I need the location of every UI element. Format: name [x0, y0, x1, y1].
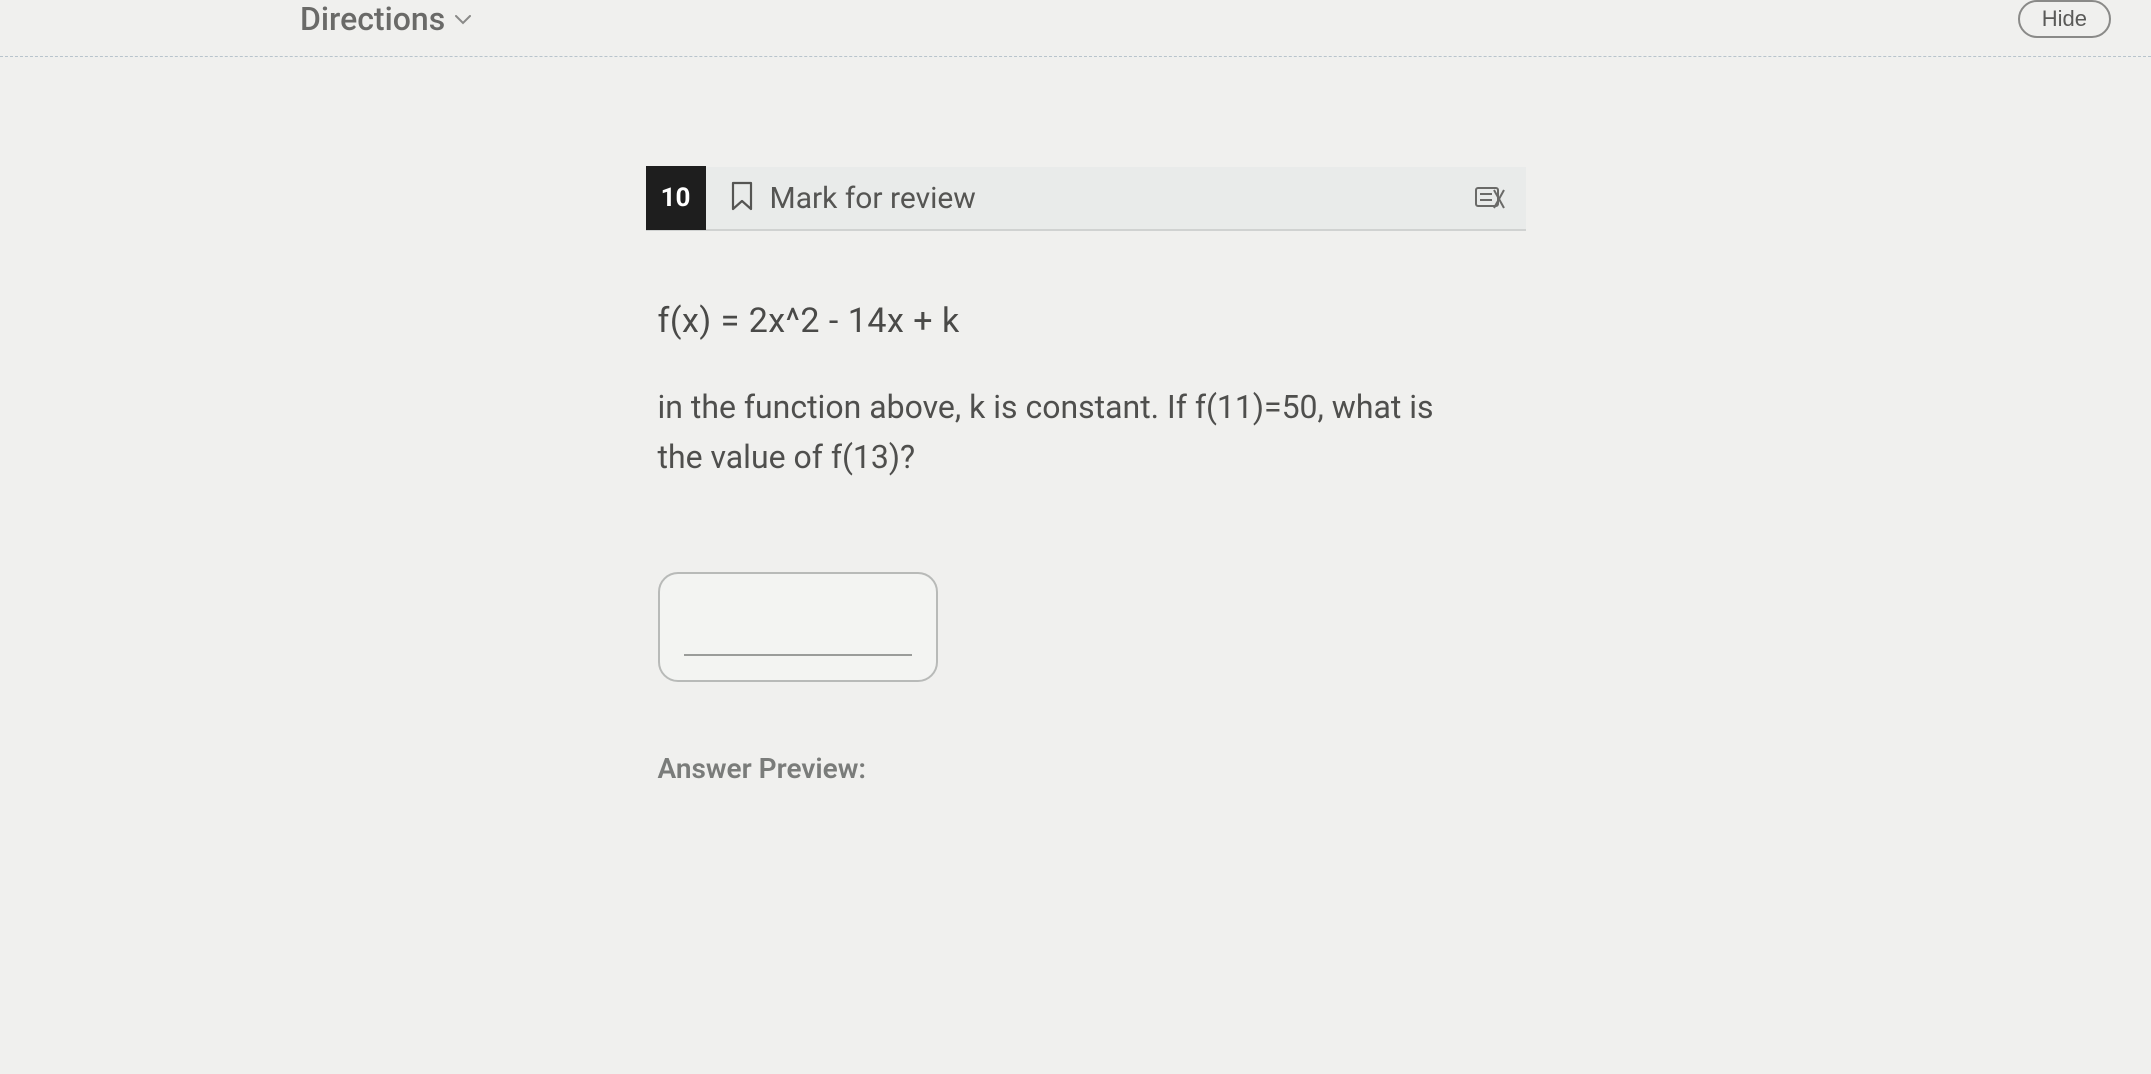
- question-panel: 10 Mark for review f(x) = 2x^2 - 14x + k…: [626, 167, 1526, 785]
- strike-icon: [1474, 184, 1506, 212]
- question-number: 10: [646, 166, 706, 230]
- chevron-down-icon: [455, 9, 471, 30]
- mark-for-review-label: Mark for review: [770, 181, 976, 216]
- answer-underline: [684, 654, 912, 656]
- answer-input[interactable]: [658, 572, 938, 682]
- directions-label: Directions: [300, 0, 445, 38]
- answer-preview-label: Answer Preview:: [658, 752, 1516, 785]
- mark-for-review-button[interactable]: Mark for review: [730, 181, 1448, 216]
- top-bar: Directions Hide: [0, 0, 2151, 57]
- hide-button[interactable]: Hide: [2018, 0, 2111, 38]
- question-header: 10 Mark for review: [646, 167, 1526, 231]
- question-body: f(x) = 2x^2 - 14x + k in the function ab…: [646, 231, 1526, 785]
- question-formula: f(x) = 2x^2 - 14x + k: [658, 301, 1516, 341]
- hide-label: Hide: [2042, 6, 2087, 31]
- strike-options-button[interactable]: [1472, 180, 1508, 216]
- bookmark-icon: [730, 181, 754, 215]
- question-prompt: in the function above, k is constant. If…: [658, 383, 1458, 482]
- directions-button[interactable]: Directions: [300, 0, 471, 38]
